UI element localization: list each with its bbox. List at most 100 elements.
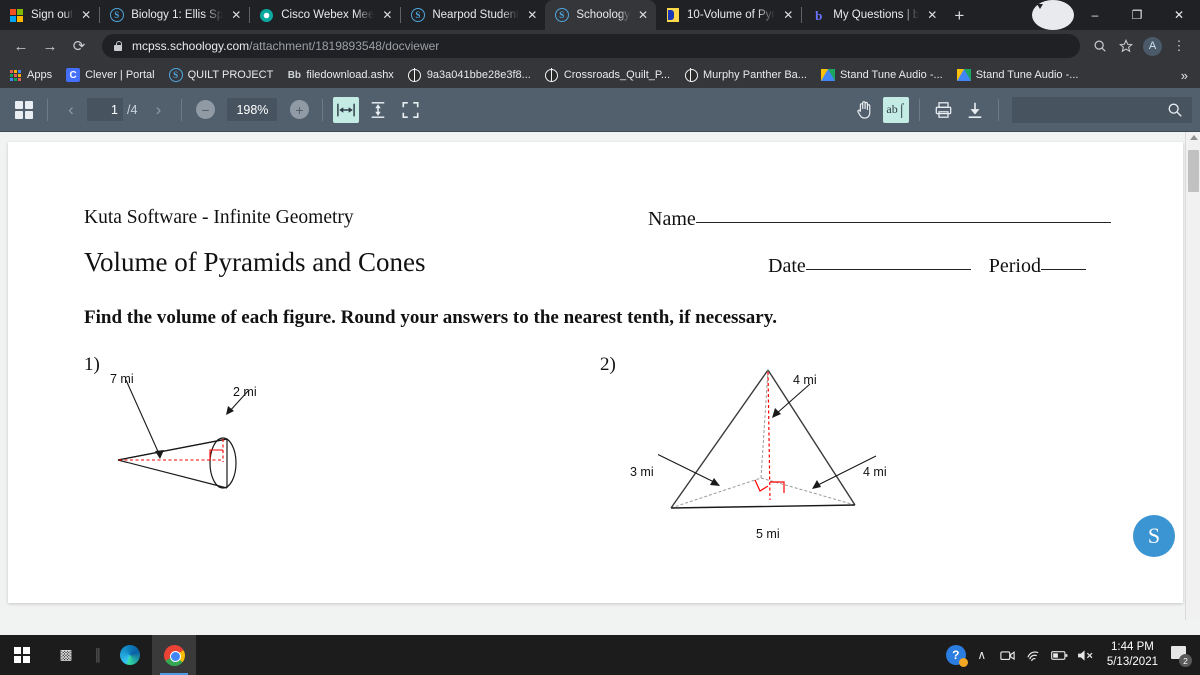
google-drive-icon <box>956 68 971 82</box>
taskbar-divider: ║ <box>93 648 103 662</box>
bookmarks-overflow-icon[interactable]: » <box>1181 68 1192 83</box>
document-search-input[interactable] <box>1012 96 1192 123</box>
bookmark-filedownload[interactable]: Bb filedownload.ashx <box>287 68 394 82</box>
help-notification-icon[interactable]: ? <box>943 635 969 675</box>
problem-1-number: 1) <box>84 354 100 375</box>
globe-icon <box>684 68 698 82</box>
browser-tab-nearpod[interactable]: S Nearpod Student ✕ <box>401 0 545 30</box>
browser-tab-schoology-active[interactable]: S Schoology ✕ <box>545 0 657 30</box>
previous-page-button[interactable]: ‹ <box>58 97 84 123</box>
lock-icon <box>112 40 124 52</box>
bookmark-quilt-project[interactable]: S QUILT PROJECT <box>168 68 274 82</box>
close-window-button[interactable]: ✕ <box>1158 0 1200 30</box>
tab-close-icon[interactable]: ✕ <box>781 9 795 21</box>
page-number-input[interactable]: 1 <box>87 98 123 121</box>
pan-hand-button[interactable] <box>851 97 877 123</box>
period-label: Period <box>988 255 1041 277</box>
minimize-button[interactable]: – <box>1074 0 1116 30</box>
tab-title: Biology 1: Ellis Sp <box>131 9 224 21</box>
new-tab-button[interactable]: + <box>945 7 973 24</box>
fullscreen-button[interactable] <box>397 97 423 123</box>
name-field-line: Name <box>648 208 1111 231</box>
volume-muted-icon[interactable] <box>1073 635 1099 675</box>
schoology-help-button[interactable]: S <box>1133 515 1175 557</box>
tab-close-icon[interactable]: ✕ <box>636 9 650 21</box>
window-controls: – ❐ ✕ <box>1032 0 1200 30</box>
toolbar-divider <box>919 98 920 121</box>
fit-width-button[interactable] <box>333 96 360 123</box>
tab-close-icon[interactable]: ✕ <box>380 9 394 21</box>
start-button[interactable] <box>0 635 44 675</box>
fit-height-button[interactable] <box>365 97 391 123</box>
bookmark-star-icon[interactable] <box>1113 33 1139 59</box>
chrome-icon <box>163 644 185 666</box>
battery-icon[interactable] <box>1047 635 1073 675</box>
brainly-icon: b <box>815 7 823 23</box>
tray-expand-chevron-icon[interactable]: ∧ <box>969 635 995 675</box>
edge-icon <box>120 645 140 665</box>
task-view-button[interactable]: ▩ <box>44 635 88 675</box>
search-page-icon[interactable] <box>1087 33 1113 59</box>
tab-title: My Questions | b <box>833 9 920 21</box>
forward-button[interactable]: → <box>37 33 63 59</box>
browser-tab-brainly[interactable]: b My Questions | b ✕ <box>802 0 945 30</box>
profile-avatar[interactable]: A <box>1143 36 1162 56</box>
wifi-icon[interactable] <box>1021 635 1047 675</box>
bookmark-stand-tune-audio-2[interactable]: Stand Tune Audio -... <box>956 68 1079 82</box>
tab-close-icon[interactable]: ✕ <box>229 9 243 21</box>
print-button[interactable] <box>930 97 956 123</box>
bookmark-label: Stand Tune Audio -... <box>975 69 1079 81</box>
bookmark-stand-tune-audio-1[interactable]: Stand Tune Audio -... <box>820 68 943 82</box>
tab-title: Sign out <box>31 9 74 21</box>
bookmark-label: Murphy Panther Ba... <box>703 69 807 81</box>
tab-close-icon[interactable]: ✕ <box>525 9 539 21</box>
next-page-button[interactable]: › <box>145 97 171 123</box>
tab-close-icon[interactable]: ✕ <box>925 9 939 21</box>
address-bar-url: mcpss.schoology.com/attachment/181989354… <box>132 39 439 53</box>
taskbar-app-chrome[interactable] <box>152 635 196 675</box>
zoom-out-button[interactable]: − <box>192 97 218 123</box>
browser-tab-webex[interactable]: Cisco Webex Mee ✕ <box>250 0 400 30</box>
browser-tab-pdf[interactable]: 10-Volume of Pyr ✕ <box>656 0 801 30</box>
taskbar-app-edge[interactable] <box>108 635 152 675</box>
system-tray: ? ∧ 1:44 PM 5/13/2021 2 <box>943 635 1200 675</box>
bookmark-crossroads-quilt[interactable]: Crossroads_Quilt_P... <box>545 68 670 82</box>
download-button[interactable] <box>962 97 988 123</box>
notifications-button[interactable]: 2 <box>1166 635 1194 675</box>
bookmark-9a3a041[interactable]: 9a3a041bbe28e3f8... <box>408 68 531 82</box>
bookmark-clever[interactable]: C Clever | Portal <box>66 68 155 82</box>
download-indicator-icon[interactable] <box>1032 0 1074 30</box>
bookmarks-bar: Apps C Clever | Portal S QUILT PROJECT B… <box>0 62 1200 88</box>
bookmark-apps[interactable]: Apps <box>8 68 52 82</box>
name-blank-rule <box>695 222 1111 223</box>
toolbar-divider <box>998 98 999 121</box>
browser-tab-sign-out[interactable]: Sign out ✕ <box>0 0 99 30</box>
schoology-icon: S <box>554 8 569 23</box>
scroll-up-arrow-icon[interactable] <box>1190 135 1198 140</box>
reload-button[interactable]: ⟳ <box>66 33 92 59</box>
maximize-button[interactable]: ❐ <box>1116 0 1158 30</box>
text-select-button[interactable]: ab ⌠ <box>883 96 909 123</box>
bookmark-murphy-panther[interactable]: Murphy Panther Ba... <box>684 68 807 82</box>
vertical-scroll-thumb[interactable] <box>1188 150 1199 192</box>
browser-tab-biology[interactable]: S Biology 1: Ellis Sp ✕ <box>100 0 249 30</box>
zoom-in-button[interactable]: + <box>286 97 312 123</box>
date-label: Date <box>768 255 806 277</box>
zoom-level-input[interactable]: 198% <box>227 98 278 121</box>
problem-2-figure-pyramid <box>658 369 877 509</box>
date-blank-rule <box>805 269 971 270</box>
thumbnails-toggle-button[interactable] <box>11 97 37 123</box>
bookmark-label: Apps <box>27 69 53 81</box>
clock-time: 1:44 PM <box>1111 641 1154 653</box>
bookmark-label: filedownload.ashx <box>306 69 394 81</box>
bookmark-label: QUILT PROJECT <box>187 69 274 81</box>
vertical-scrollbar[interactable] <box>1185 132 1200 620</box>
back-button[interactable]: ← <box>8 33 34 59</box>
browser-menu-button[interactable]: ⋮ <box>1166 33 1192 59</box>
tab-title: Cisco Webex Mee <box>281 9 375 21</box>
camera-icon[interactable] <box>995 635 1021 675</box>
address-bar[interactable]: mcpss.schoology.com/attachment/181989354… <box>102 34 1080 58</box>
google-drive-icon <box>820 68 835 82</box>
taskbar-clock[interactable]: 1:44 PM 5/13/2021 <box>1099 640 1166 670</box>
tab-close-icon[interactable]: ✕ <box>79 9 93 21</box>
